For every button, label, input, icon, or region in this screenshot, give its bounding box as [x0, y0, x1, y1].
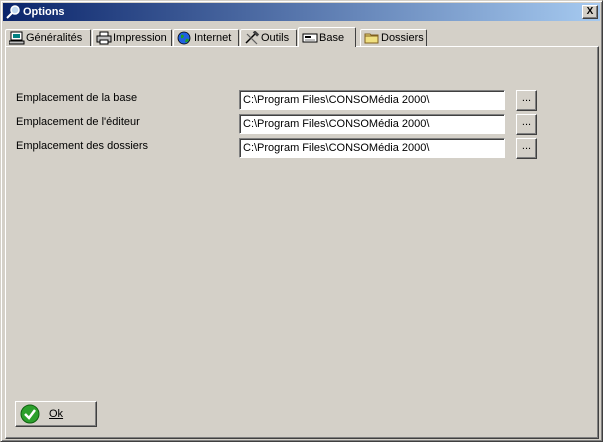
printer-icon — [96, 31, 112, 45]
database-icon — [302, 33, 318, 42]
tab-base[interactable]: Base — [298, 27, 356, 47]
tools-icon — [245, 31, 260, 45]
options-dialog: Options X Généralités Impression Interne… — [0, 0, 603, 442]
tab-label: Outils — [261, 32, 290, 44]
tab-outils[interactable]: Outils — [240, 29, 297, 46]
editor-browse-button[interactable]: ... — [516, 114, 537, 135]
tab-label: Dossiers — [381, 32, 424, 44]
folders-location-input[interactable]: C:\Program Files\CONSOMédia 2000\ — [239, 138, 505, 158]
database-location-input[interactable]: C:\Program Files\CONSOMédia 2000\ — [239, 90, 505, 110]
computer-icon — [9, 31, 25, 45]
ok-label: Ok — [49, 408, 64, 420]
tab-label: Base — [319, 31, 345, 44]
tab-label: Généralités — [26, 32, 83, 44]
ok-button[interactable]: Ok — [15, 401, 97, 427]
tab-label: Impression — [113, 32, 167, 44]
window-title: Options — [23, 6, 65, 18]
folders-browse-button[interactable]: ... — [516, 138, 537, 159]
tab-impression[interactable]: Impression — [92, 29, 172, 46]
editor-location-input[interactable]: C:\Program Files\CONSOMédia 2000\ — [239, 114, 505, 134]
magnifier-icon — [6, 5, 20, 19]
folder-icon — [364, 33, 379, 44]
check-icon — [20, 404, 40, 424]
tab-label: Internet — [194, 32, 232, 44]
tab-dossiers[interactable]: Dossiers — [360, 29, 427, 46]
tab-internet[interactable]: Internet — [173, 29, 239, 46]
tab-generalites[interactable]: Généralités — [5, 29, 91, 46]
close-button[interactable]: X — [582, 5, 598, 19]
globe-icon — [177, 31, 191, 45]
folders-location-label: Emplacement des dossiers — [16, 140, 149, 152]
database-browse-button[interactable]: ... — [516, 90, 537, 111]
database-location-label: Emplacement de la base — [16, 92, 138, 104]
editor-location-label: Emplacement de l'éditeur — [16, 116, 140, 128]
title-bar[interactable]: Options X — [3, 3, 600, 21]
